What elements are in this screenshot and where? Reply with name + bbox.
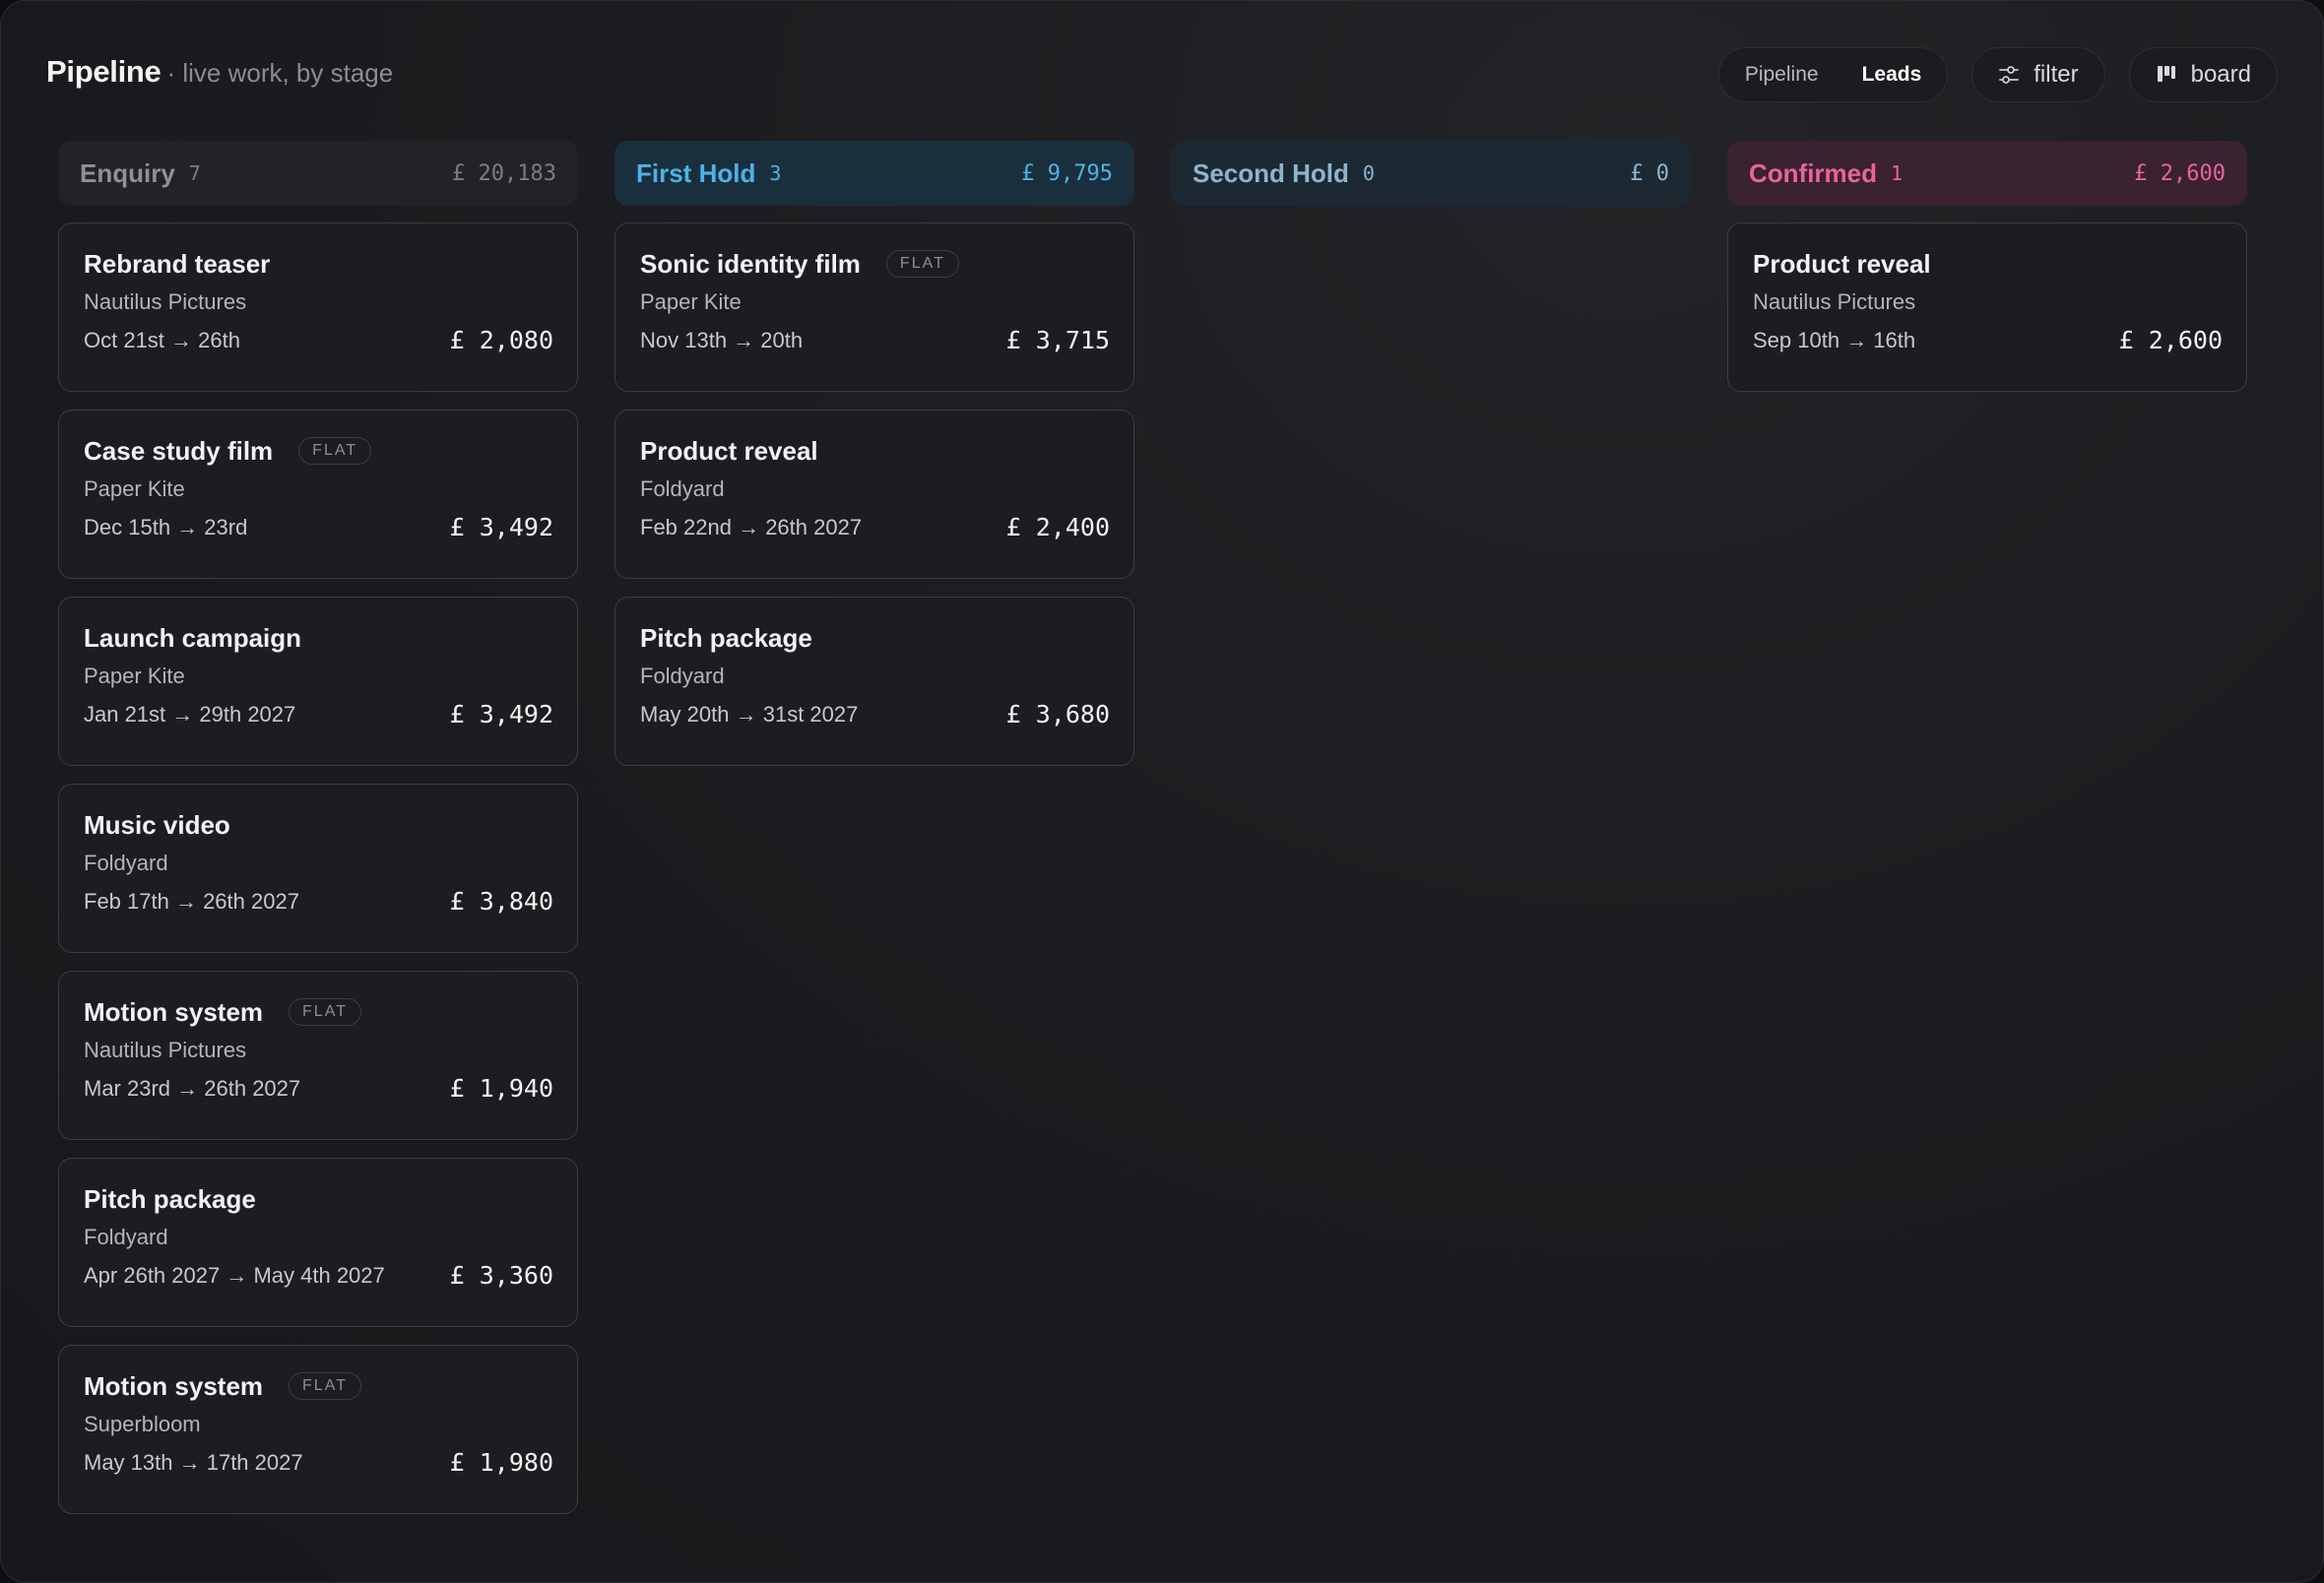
column-count: 1 <box>1891 161 1904 185</box>
column-first-hold: First Hold 3 £ 9,795 Sonic identity film… <box>614 141 1134 1532</box>
column-total: £ 20,183 <box>452 160 556 186</box>
flat-badge: FLAT <box>885 250 959 278</box>
board-label: board <box>2190 61 2251 88</box>
card-dates: Feb 17th → 26th 2027 <box>84 888 299 914</box>
card-title: Pitch package <box>84 1183 256 1214</box>
card-title: Music video <box>84 809 230 840</box>
column-name: Confirmed <box>1749 158 1877 188</box>
card-amount: £ 3,360 <box>449 1261 553 1290</box>
card-title: Product reveal <box>640 435 818 466</box>
view-segmented-control: Pipeline Leads <box>1717 47 1949 102</box>
card-client: Paper Kite <box>84 664 185 688</box>
job-card[interactable]: Sonic identity film FLAT Paper Kite Nov 1… <box>614 222 1134 392</box>
job-card[interactable]: Product reveal Foldyard Feb 22nd → 26th … <box>614 410 1134 579</box>
card-title: Pitch package <box>640 622 812 653</box>
card-amount: £ 3,492 <box>449 513 553 541</box>
card-amount: £ 3,840 <box>449 887 553 916</box>
card-dates: Feb 22nd → 26th 2027 <box>640 514 863 539</box>
column-header[interactable]: Confirmed 1 £ 2,600 <box>1727 141 2247 206</box>
card-client: Foldyard <box>84 851 168 875</box>
column-second-hold: Second Hold 0 £ 0 <box>1171 141 1691 1532</box>
page-subtitle: · live work, by stage <box>166 58 394 88</box>
flat-badge: FLAT <box>289 998 361 1026</box>
card-title: Sonic identity film <box>640 248 861 279</box>
toolbar: Pipeline Leads filter board <box>1717 47 2278 102</box>
job-card[interactable]: Music video Foldyard Feb 17th → 26th 202… <box>58 784 578 953</box>
card-dates: Mar 23rd → 26th 2027 <box>84 1075 301 1101</box>
flat-badge: FLAT <box>298 437 372 465</box>
card-title: Case study film <box>84 435 274 466</box>
page-title: Pipeline <box>46 54 161 89</box>
card-title: Motion system <box>84 996 264 1027</box>
filter-button[interactable]: filter <box>1971 47 2105 102</box>
column-count: 7 <box>188 161 201 185</box>
card-client: Foldyard <box>640 664 725 688</box>
app-window: Pipeline · live work, by stage Pipeline … <box>0 0 2324 1583</box>
card-dates: Oct 21st → 26th <box>84 327 240 352</box>
card-title: Product reveal <box>1753 248 1931 279</box>
card-client: Paper Kite <box>640 289 742 314</box>
card-amount: £ 1,940 <box>449 1074 553 1103</box>
card-client: Nautilus Pictures <box>84 1038 247 1062</box>
card-dates: Nov 13th → 20th <box>640 327 804 352</box>
job-card[interactable]: Case study film FLAT Paper Kite Dec 15th … <box>58 410 578 579</box>
card-dates: May 13th → 17th 2027 <box>84 1449 303 1475</box>
card-client: Paper Kite <box>84 476 185 501</box>
sliders-icon <box>1998 64 2020 86</box>
card-client: Foldyard <box>640 476 725 501</box>
card-client: Superbloom <box>84 1412 201 1436</box>
card-amount: £ 3,715 <box>1005 326 1110 354</box>
column-header[interactable]: Second Hold 0 £ 0 <box>1171 141 1691 206</box>
column-confirmed: Confirmed 1 £ 2,600 Product reveal Nauti… <box>1727 141 2247 1532</box>
job-card[interactable]: Pitch package Foldyard Apr 26th 2027 → M… <box>58 1158 578 1327</box>
card-title: Launch campaign <box>84 622 302 653</box>
segment-leads[interactable]: Leads <box>1862 63 1922 87</box>
column-enquiry: Enquiry 7 £ 20,183 Rebrand teaser Nautil… <box>58 141 578 1532</box>
column-header[interactable]: First Hold 3 £ 9,795 <box>614 141 1134 206</box>
card-amount: £ 2,400 <box>1005 513 1110 541</box>
column-count: 0 <box>1362 161 1375 185</box>
flat-badge: FLAT <box>289 1372 361 1400</box>
page-header: Pipeline · live work, by stage <box>46 54 393 90</box>
card-amount: £ 3,492 <box>449 700 553 728</box>
column-total: £ 9,795 <box>1021 160 1113 186</box>
card-title: Rebrand teaser <box>84 248 271 279</box>
job-card[interactable]: Pitch package Foldyard May 20th → 31st 2… <box>614 597 1134 766</box>
filter-label: filter <box>2034 61 2079 88</box>
segment-pipeline[interactable]: Pipeline <box>1745 63 1819 87</box>
board-columns-icon <box>2156 64 2177 86</box>
card-dates: May 20th → 31st 2027 <box>640 701 859 727</box>
job-card[interactable]: Motion system FLAT Superbloom May 13th → … <box>58 1345 578 1514</box>
card-amount: £ 2,600 <box>2118 326 2223 354</box>
column-name: Second Hold <box>1193 158 1349 188</box>
card-amount: £ 1,980 <box>449 1448 553 1477</box>
card-client: Foldyard <box>84 1225 168 1249</box>
column-count: 3 <box>769 161 782 185</box>
card-dates: Apr 26th 2027 → May 4th 2027 <box>84 1262 385 1288</box>
column-header[interactable]: Enquiry 7 £ 20,183 <box>58 141 578 206</box>
column-total: £ 2,600 <box>2134 160 2226 186</box>
card-client: Nautilus Pictures <box>84 289 247 314</box>
card-title: Motion system <box>84 1370 264 1401</box>
board-view-button[interactable]: board <box>2128 47 2278 102</box>
column-name: Enquiry <box>80 158 175 188</box>
card-amount: £ 3,680 <box>1005 700 1110 728</box>
card-dates: Dec 15th → 23rd <box>84 514 248 539</box>
column-total: £ 0 <box>1630 160 1669 186</box>
card-client: Nautilus Pictures <box>1753 289 1916 314</box>
card-amount: £ 2,080 <box>449 326 553 354</box>
column-name: First Hold <box>636 158 756 188</box>
card-dates: Jan 21st → 29th 2027 <box>84 701 296 727</box>
card-dates: Sep 10th → 16th <box>1753 327 1916 352</box>
job-card[interactable]: Launch campaign Paper Kite Jan 21st → 29… <box>58 597 578 766</box>
job-card[interactable]: Rebrand teaser Nautilus Pictures Oct 21s… <box>58 222 578 392</box>
job-card[interactable]: Product reveal Nautilus Pictures Sep 10t… <box>1727 222 2247 392</box>
job-card[interactable]: Motion system FLAT Nautilus Pictures Mar … <box>58 971 578 1140</box>
kanban-board: Enquiry 7 £ 20,183 Rebrand teaser Nautil… <box>58 141 2247 1532</box>
